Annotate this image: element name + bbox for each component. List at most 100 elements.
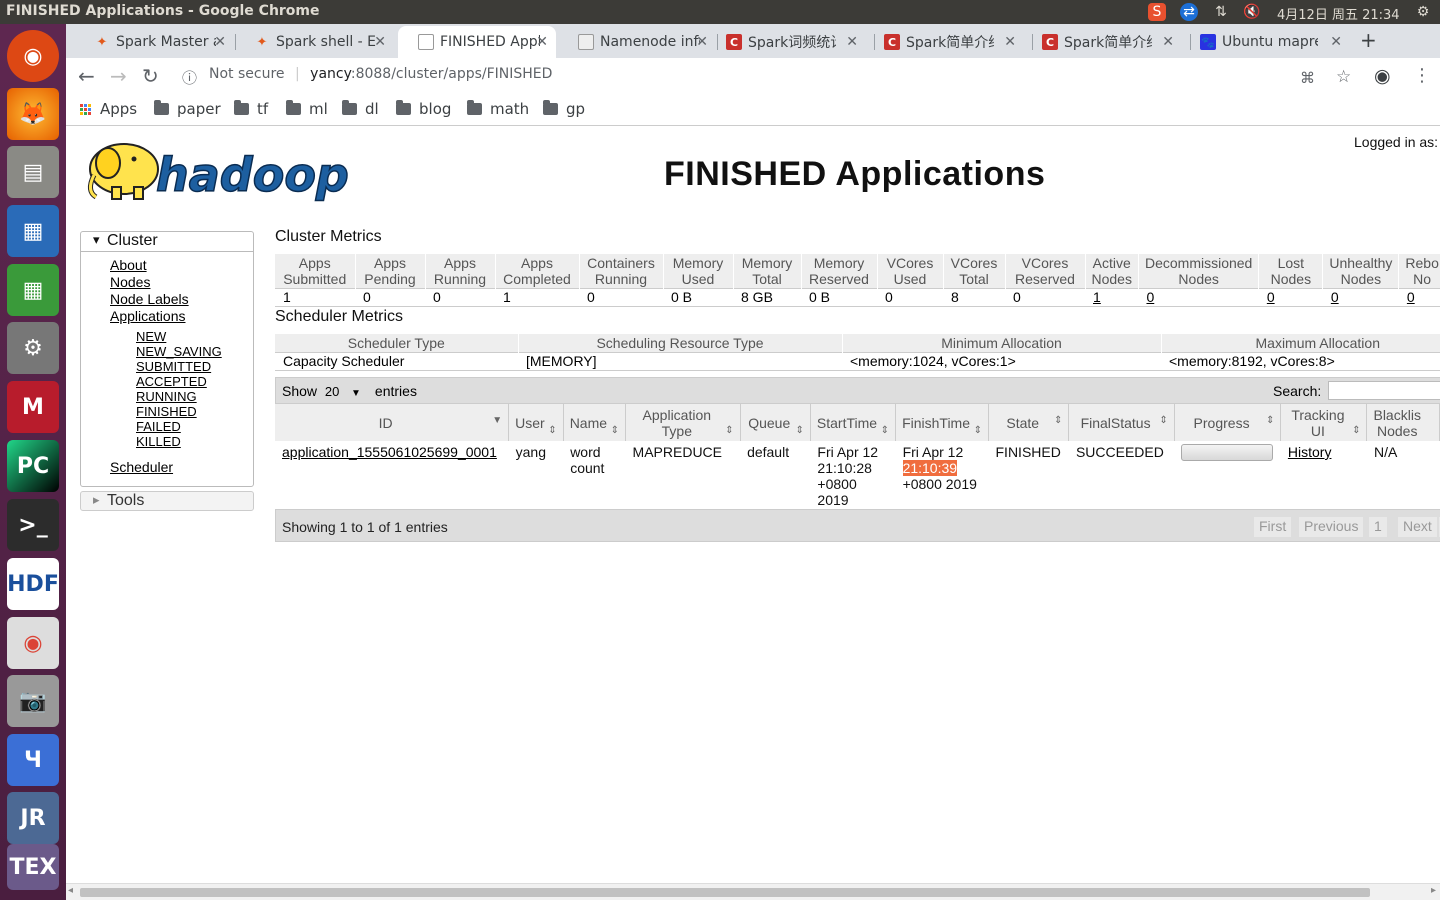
jabref-icon[interactable]: JR: [7, 792, 59, 844]
bookmark-folder-dl[interactable]: dl: [342, 100, 379, 118]
metrics-value-link[interactable]: 0: [1146, 289, 1154, 305]
tab-spark-master[interactable]: ✦ Spark Master at spark ✕: [74, 26, 234, 58]
close-icon[interactable]: ✕: [1004, 34, 1016, 50]
anki-icon[interactable]: Ч: [7, 734, 59, 786]
camera-icon[interactable]: 📷: [7, 675, 59, 727]
hadoop-logo[interactable]: hadoop: [82, 135, 382, 209]
network-icon[interactable]: ⇅: [1212, 3, 1230, 21]
nav-link-killed[interactable]: KILLED: [136, 434, 181, 449]
col-blacklisted-nodes[interactable]: Blacklis Nodes: [1366, 404, 1440, 441]
horizontal-scrollbar[interactable]: ◂ ▸: [66, 883, 1440, 900]
scroll-left-arrow-icon[interactable]: ◂: [68, 885, 73, 896]
clock[interactable]: 4月12日 周五 21:34: [1277, 4, 1400, 23]
firefox-icon[interactable]: 🦊: [7, 88, 59, 140]
pycharm-icon[interactable]: PC: [7, 440, 59, 492]
info-icon[interactable]: ⓘ: [182, 68, 197, 88]
tab-spark-shell[interactable]: ✦ Spark shell - Environment ✕: [234, 26, 394, 58]
settings-gear-icon[interactable]: ⚙: [1414, 3, 1432, 21]
nav-link-running[interactable]: RUNNING: [136, 389, 197, 404]
bookmark-apps[interactable]: Apps: [80, 100, 137, 118]
col-finishtime[interactable]: FinishTime ⇕: [895, 404, 989, 441]
metrics-value-link[interactable]: 1: [1093, 289, 1101, 305]
col-application-type[interactable]: Application Type ⇕: [625, 404, 741, 441]
forward-arrow-icon[interactable]: →: [110, 66, 127, 86]
close-icon[interactable]: ✕: [536, 34, 548, 50]
metrics-value-link[interactable]: 0: [1267, 289, 1275, 305]
nav-link-new[interactable]: NEW: [136, 329, 166, 344]
bookmark-folder-ml[interactable]: ml: [286, 100, 328, 118]
close-icon[interactable]: ✕: [1162, 34, 1174, 50]
metrics-value-link[interactable]: 0: [1407, 289, 1415, 305]
nav-link-applications[interactable]: Applications: [110, 308, 186, 324]
tab-spark-wordcount[interactable]: C Spark词频统计 ✕: [706, 26, 866, 58]
nav-link-submitted[interactable]: SUBMITTED: [136, 359, 211, 374]
scroll-right-arrow-icon[interactable]: ▸: [1431, 885, 1436, 896]
settings-icon[interactable]: ⚙: [7, 322, 59, 374]
nav-link-finished[interactable]: FINISHED: [136, 404, 197, 419]
col-finalstatus[interactable]: FinalStatus ⇕: [1068, 404, 1175, 441]
metrics-value-text: 0: [1013, 289, 1021, 305]
col-tracking-ui[interactable]: Tracking UI ⇕: [1280, 404, 1368, 441]
bookmark-folder-blog[interactable]: blog: [396, 100, 451, 118]
tab-finished-applications[interactable]: FINISHED Applications ✕: [398, 26, 556, 58]
col-user[interactable]: User ⇕: [508, 404, 564, 441]
nav-link-new-saving[interactable]: NEW_SAVING: [136, 344, 222, 359]
tab-ubuntu-mapreduce[interactable]: 🐾 Ubuntu mapreduce ✕: [1180, 26, 1350, 58]
close-icon[interactable]: ✕: [374, 34, 386, 50]
close-icon[interactable]: ✕: [846, 34, 858, 50]
mendeley-icon[interactable]: M: [7, 381, 59, 433]
close-icon[interactable]: ✕: [1330, 34, 1342, 50]
address-bar[interactable]: Not secure | yancy:8088/cluster/apps/FIN…: [209, 66, 552, 82]
nav-link-about[interactable]: About: [110, 257, 147, 273]
new-tab-button[interactable]: +: [1360, 30, 1377, 50]
col-state[interactable]: State ⇕: [988, 404, 1070, 441]
close-icon[interactable]: ✕: [214, 34, 226, 50]
col-name[interactable]: Name ⇕: [563, 404, 627, 441]
pager-next-button[interactable]: Next: [1398, 517, 1437, 537]
nav-link-scheduler[interactable]: Scheduler: [110, 459, 173, 475]
nav-link-failed[interactable]: FAILED: [136, 419, 181, 434]
application-id-link[interactable]: application_1555061025699_0001: [282, 444, 497, 460]
tab-spark-intro-2[interactable]: C Spark简单介绍 ✕: [1022, 26, 1182, 58]
teamviewer-icon[interactable]: ⇄: [1180, 3, 1198, 21]
profile-icon[interactable]: ◉: [1374, 66, 1391, 86]
menu-icon[interactable]: ⋮: [1413, 66, 1431, 86]
pager-page-1-button[interactable]: 1: [1369, 517, 1387, 537]
volume-muted-icon[interactable]: 🔇: [1243, 3, 1261, 21]
hdfview-icon[interactable]: HDF: [7, 558, 59, 610]
tab-namenode[interactable]: Namenode information ✕: [558, 26, 716, 58]
tools-menu-header[interactable]: Tools: [80, 491, 254, 511]
col-progress[interactable]: Progress ⇕: [1174, 404, 1282, 441]
metrics-value-link[interactable]: 0: [1331, 289, 1339, 305]
nav-link-nodes[interactable]: Nodes: [110, 274, 150, 290]
scrollbar-thumb[interactable]: [80, 888, 1370, 897]
calc-icon[interactable]: ▦: [7, 264, 59, 316]
nav-link-accepted[interactable]: ACCEPTED: [136, 374, 207, 389]
nav-link-node-labels[interactable]: Node Labels: [110, 291, 189, 307]
ubuntu-icon[interactable]: ◉: [7, 30, 59, 82]
pager-previous-button[interactable]: Previous: [1299, 517, 1364, 537]
col-queue[interactable]: Queue ⇕: [740, 404, 811, 441]
terminal-icon[interactable]: >_: [7, 499, 59, 551]
back-arrow-icon[interactable]: ←: [78, 66, 95, 86]
bookmark-folder-gp[interactable]: gp: [543, 100, 585, 118]
bookmark-folder-math[interactable]: math: [467, 100, 529, 118]
search-input[interactable]: [1328, 381, 1440, 400]
files-icon[interactable]: ▤: [7, 146, 59, 198]
bookmark-folder-paper[interactable]: paper: [154, 100, 221, 118]
texmaker-icon[interactable]: TEX: [7, 844, 59, 890]
bookmark-star-icon[interactable]: ☆: [1336, 67, 1351, 87]
col-starttime[interactable]: StartTime ⇕: [810, 404, 897, 441]
cluster-header[interactable]: Cluster: [81, 232, 253, 252]
translate-icon[interactable]: ⌘: [1300, 68, 1315, 88]
col-id[interactable]: ID ▼: [275, 404, 510, 441]
page-length-select[interactable]: 20 ▼: [325, 384, 371, 399]
writer-icon[interactable]: ▦: [7, 205, 59, 257]
sogou-icon[interactable]: S: [1148, 3, 1166, 21]
chrome-icon[interactable]: ◉: [7, 617, 59, 669]
tab-spark-intro-1[interactable]: C Spark简单介绍 ✕: [864, 26, 1024, 58]
tracking-ui-link[interactable]: History: [1288, 444, 1332, 460]
bookmark-folder-tf[interactable]: tf: [234, 100, 268, 118]
pager-first-button[interactable]: First: [1254, 517, 1292, 537]
reload-icon[interactable]: ↻: [142, 66, 159, 86]
